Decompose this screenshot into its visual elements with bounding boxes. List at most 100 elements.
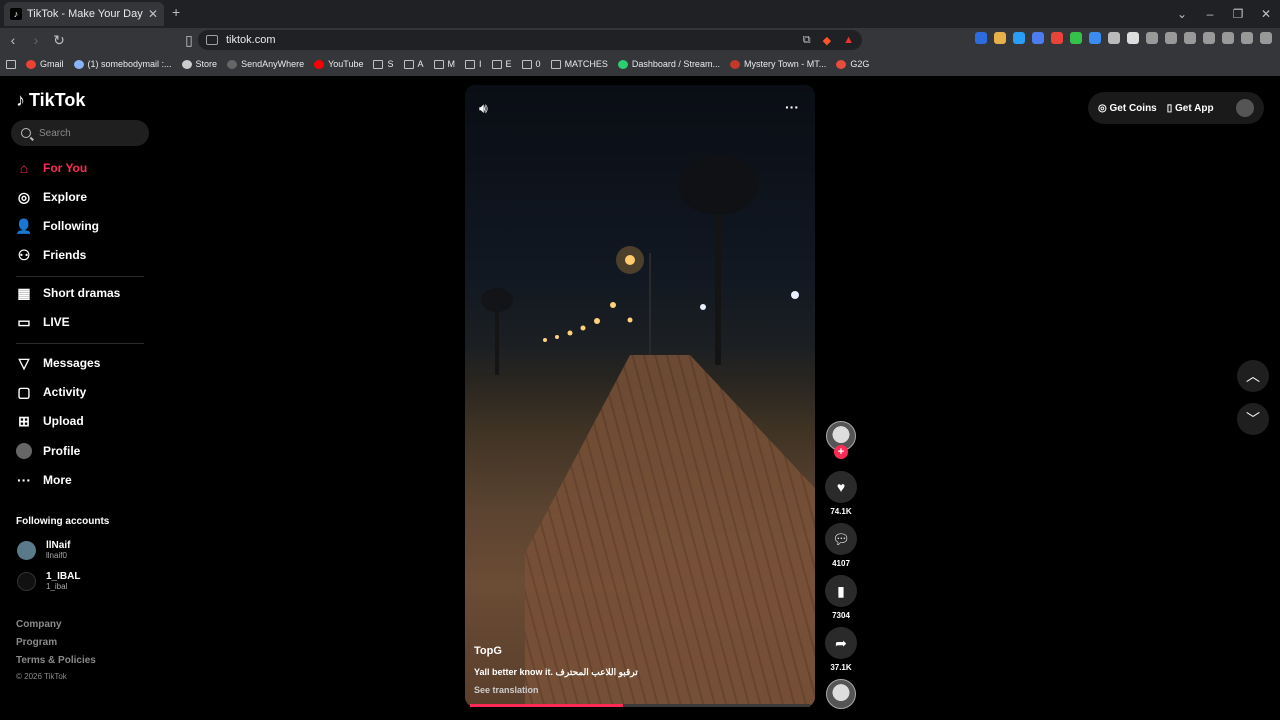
bookmark-folder[interactable]: M (433, 59, 455, 69)
browser-tab[interactable]: ♪ TikTok - Make Your Day ✕ (4, 2, 164, 26)
chevron-down-icon: ﹀ (1246, 411, 1260, 427)
film-icon: ▦ (17, 284, 31, 301)
extension-icon[interactable] (1127, 32, 1139, 44)
back-icon[interactable]: ‹ (3, 32, 23, 48)
comment-button[interactable]: 💬︎ (825, 523, 857, 555)
bookmark-item[interactable]: Dashboard / Stream... (617, 59, 720, 69)
avatar-icon (16, 443, 32, 459)
like-button[interactable]: ♥ (825, 471, 857, 503)
chevron-up-icon: ︿ (1246, 368, 1260, 384)
sidebar-icon[interactable] (1184, 32, 1196, 44)
close-window-icon[interactable]: ✕ (1252, 7, 1280, 21)
bookmark-folder[interactable]: MATCHES (550, 59, 608, 69)
nav-following[interactable]: 👤 Following (15, 218, 99, 234)
get-coins-button[interactable]: ◎ Get Coins (1098, 103, 1157, 114)
video-caption: Yall better know it. ترقبو اللاعب المحتر… (474, 667, 638, 677)
nav-live[interactable]: ▭ LIVE (16, 314, 69, 330)
nav-upload[interactable]: ⊞ Upload (16, 413, 84, 429)
nav-friends[interactable]: ⚇ Friends (16, 246, 87, 263)
follow-plus-icon[interactable]: + (834, 445, 848, 459)
extension-icon[interactable] (975, 32, 987, 44)
menu-icon[interactable] (1260, 32, 1272, 44)
copyright: © 2026 TikTok (16, 672, 67, 681)
puzzle-icon[interactable] (1146, 32, 1158, 44)
site-info-icon[interactable] (206, 35, 218, 45)
bookmark-item[interactable]: (1) somebodymail :... (73, 59, 172, 69)
nav-activity[interactable]: ▢ Activity (16, 384, 86, 400)
wallet-icon[interactable] (1203, 32, 1215, 44)
extension-icon[interactable] (994, 32, 1006, 44)
footer-link-company[interactable]: Company (16, 619, 62, 630)
nav-explore[interactable]: ◎ Explore (16, 189, 87, 205)
save-button[interactable]: ▮ (825, 575, 857, 607)
following-account[interactable]: llNaif llnaif0 (17, 540, 70, 560)
account-name: llNaif (46, 540, 71, 551)
sidebar: ♪ TikTok Search ⌂ For You ◎ Explore 👤 Fo… (0, 76, 160, 720)
leo-icon[interactable] (1222, 32, 1234, 44)
get-app-button[interactable]: ▯ Get App (1167, 103, 1214, 114)
search-input[interactable]: Search (11, 120, 149, 146)
bookmark-folder[interactable]: A (403, 59, 424, 69)
bookmark-folder[interactable]: E (491, 59, 512, 69)
nav-profile[interactable]: Profile (16, 443, 80, 459)
video-author[interactable]: TopG (474, 645, 502, 657)
video-player[interactable] (465, 85, 815, 707)
extension-icon[interactable] (1108, 32, 1120, 44)
extensions-bar (975, 32, 1272, 44)
bookmark-icon: ▮ (837, 582, 845, 599)
nav-more[interactable]: ··· More (16, 472, 72, 488)
close-tab-icon[interactable]: ✕ (148, 7, 158, 21)
more-options-icon[interactable]: ··· (785, 99, 799, 115)
music-disc-avatar[interactable] (826, 679, 856, 709)
browser-chrome: ♪ TikTok - Make Your Day ✕ + ⌄ – ❐ ✕ ‹ ›… (0, 0, 1280, 76)
tab-search-icon[interactable]: ⌄ (1168, 7, 1196, 21)
extension-icon[interactable] (1089, 32, 1101, 44)
friends-icon: ⚇ (17, 246, 31, 263)
bookmark-folder[interactable]: S (373, 59, 394, 69)
extension-icon[interactable] (1013, 32, 1025, 44)
video-progress-bar[interactable] (470, 704, 810, 707)
bookmark-item[interactable]: YouTube (314, 59, 363, 69)
bookmark-item[interactable]: Mystery Town - MT... (729, 59, 826, 69)
bookmark-folder[interactable]: I (465, 59, 482, 69)
address-bar[interactable]: tiktok.com ⧉ ◆ ▲ (198, 30, 862, 50)
nav-for-you[interactable]: ⌂ For You (16, 160, 87, 176)
bookmark-icon[interactable]: ▯ (179, 32, 199, 49)
nav-short-dramas[interactable]: ▦ Short dramas (16, 285, 120, 301)
new-tab-icon[interactable]: + (172, 4, 180, 20)
apps-icon[interactable] (6, 59, 16, 69)
extension-icon[interactable] (1070, 32, 1082, 44)
share-button[interactable]: ➦ (825, 627, 857, 659)
bookmark-item[interactable]: SendAnyWhere (227, 59, 304, 69)
brave-shield-icon[interactable]: ◆ (823, 34, 831, 47)
extension-icon[interactable] (1051, 32, 1063, 44)
divider (16, 276, 144, 277)
see-translation-link[interactable]: See translation (474, 685, 539, 695)
nav-messages[interactable]: ▽ Messages (16, 355, 101, 371)
bookmark-item[interactable]: Gmail (26, 59, 64, 69)
reload-icon[interactable]: ↻ (49, 32, 69, 49)
bookmark-folder[interactable]: 0 (521, 59, 541, 69)
brave-rewards-icon[interactable]: ▲ (843, 34, 854, 46)
search-placeholder: Search (39, 127, 71, 139)
user-avatar[interactable] (1236, 99, 1254, 117)
tab-title: TikTok - Make Your Day (27, 8, 143, 20)
bookmark-item[interactable]: G2G (836, 59, 869, 69)
save-count: 7304 (832, 611, 850, 620)
footer-link-program[interactable]: Program (16, 637, 57, 648)
next-video-button[interactable]: ﹀ (1237, 403, 1269, 435)
volume-icon[interactable]: 🔊︎ (479, 100, 488, 117)
media-icon[interactable] (1165, 32, 1177, 44)
previous-video-button[interactable]: ︿ (1237, 360, 1269, 392)
tiktok-logo[interactable]: ♪ TikTok (16, 90, 85, 111)
ellipsis-icon: ··· (17, 472, 31, 488)
maximize-icon[interactable]: ❐ (1224, 7, 1252, 21)
minimize-icon[interactable]: – (1196, 7, 1224, 21)
following-account[interactable]: 1_IBAL 1_ibal (17, 571, 80, 591)
vpn-icon[interactable] (1241, 32, 1253, 44)
footer-link-terms[interactable]: Terms & Policies (16, 655, 96, 666)
bookmark-item[interactable]: Store (181, 59, 217, 69)
extension-icon[interactable] (1032, 32, 1044, 44)
open-external-icon[interactable]: ⧉ (803, 34, 811, 47)
forward-icon[interactable]: › (26, 32, 46, 48)
